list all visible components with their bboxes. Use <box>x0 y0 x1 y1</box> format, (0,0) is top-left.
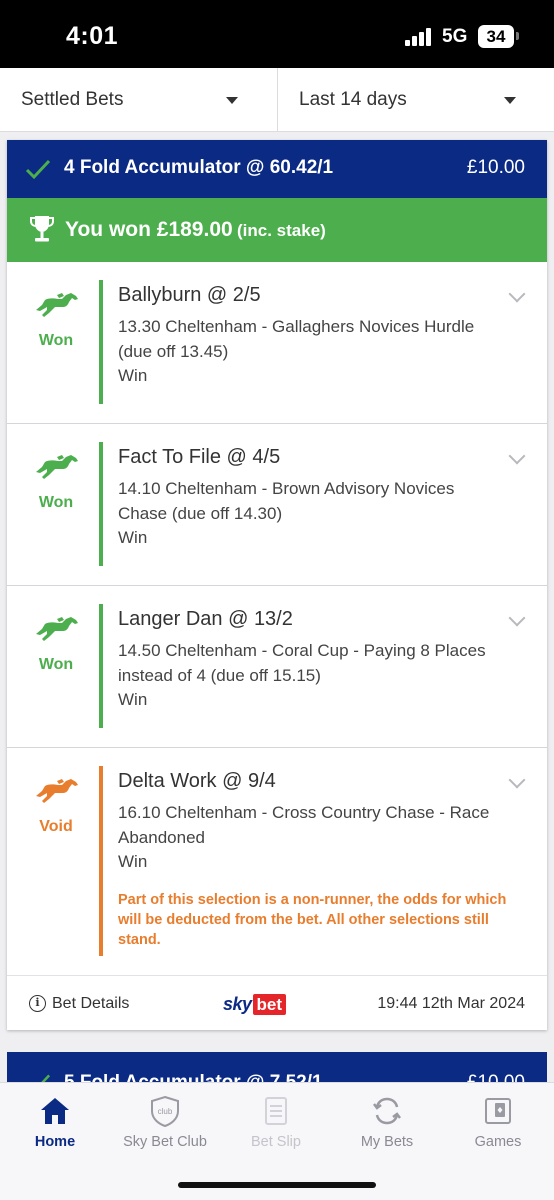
status-time: 4:01 <box>66 22 119 50</box>
bet-card: 4 Fold Accumulator @ 60.42/1 £10.00 You … <box>7 140 547 1030</box>
result-accent-bar <box>99 280 103 404</box>
bet-type-label: Settled Bets <box>21 89 124 110</box>
race-line: 16.10 Cheltenham - Cross Country Chase -… <box>118 803 490 822</box>
bet-title: 4 Fold Accumulator @ 60.42/1 <box>64 157 334 178</box>
chevron-down-icon <box>504 97 516 104</box>
chevron-down-icon[interactable] <box>508 609 526 627</box>
bet-details-link[interactable]: Bet Details <box>52 995 129 1013</box>
nav-label: Games <box>474 1134 522 1150</box>
result-accent-bar <box>99 442 103 566</box>
race-line: 14.50 Cheltenham - Coral Cup - Paying 8 … <box>118 641 486 660</box>
nav-label: Home <box>34 1134 76 1150</box>
info-icon[interactable]: i <box>29 995 46 1012</box>
selection-row[interactable]: Won Langer Dan @ 13/2 14.50 Cheltenham -… <box>7 586 547 748</box>
race-line: 13.30 Cheltenham - Gallaghers Novices Hu… <box>118 317 475 336</box>
nav-bet-slip[interactable]: Bet Slip <box>221 1083 331 1163</box>
selection-name: Ballyburn @ 2/5 <box>118 284 261 306</box>
race-line: Abandoned <box>118 828 205 847</box>
result-label: Won <box>38 332 74 349</box>
race-line: instead of 4 (due off 15.15) <box>118 666 321 685</box>
selection-name: Fact To File @ 4/5 <box>118 446 281 468</box>
won-inc-stake: (inc. stake) <box>237 221 326 240</box>
filter-bar: Settled Bets Last 14 days <box>0 68 554 132</box>
bet-stake: £10.00 <box>466 157 525 178</box>
svg-text:club: club <box>158 1107 173 1116</box>
race-line: (due off 13.45) <box>118 342 229 361</box>
selection-race: 16.10 Cheltenham - Cross Country Chase -… <box>118 800 518 850</box>
signal-icon <box>405 28 435 46</box>
selection-row[interactable]: Won Fact To File @ 4/5 14.10 Cheltenham … <box>7 424 547 586</box>
logo-bet-text: bet <box>252 993 287 1015</box>
period-dropdown[interactable]: Last 14 days <box>299 68 539 132</box>
horse-icon <box>36 293 78 317</box>
selection-row[interactable]: Void Delta Work @ 9/4 16.10 Cheltenham -… <box>7 748 547 975</box>
nav-my-bets[interactable]: My Bets <box>332 1083 442 1163</box>
sky-bet-logo: sky bet <box>223 993 287 1015</box>
nav-games[interactable]: Games <box>443 1083 553 1163</box>
period-label: Last 14 days <box>299 89 407 110</box>
result-label: Void <box>39 818 73 835</box>
selection-name: Delta Work @ 9/4 <box>118 770 276 792</box>
won-banner: You won £189.00 (inc. stake) <box>7 198 547 262</box>
race-line: Chase (due off 14.30) <box>118 504 283 523</box>
home-icon <box>41 1098 69 1124</box>
betslip-icon <box>265 1097 287 1125</box>
logo-sky-text: sky <box>223 993 252 1014</box>
games-icon <box>485 1098 511 1124</box>
home-indicator <box>178 1182 376 1188</box>
filter-divider <box>277 68 278 132</box>
horse-icon <box>36 617 78 641</box>
nav-label: My Bets <box>360 1134 414 1150</box>
chevron-down-icon[interactable] <box>508 447 526 465</box>
bet-card-header[interactable]: 4 Fold Accumulator @ 60.42/1 £10.00 <box>7 140 547 198</box>
selection-race: 14.10 Cheltenham - Brown Advisory Novice… <box>118 476 518 526</box>
selection-race: 13.30 Cheltenham - Gallaghers Novices Hu… <box>118 314 518 364</box>
selection-row[interactable]: Won Ballyburn @ 2/5 13.30 Cheltenham - G… <box>7 262 547 424</box>
result-label: Won <box>38 494 74 511</box>
chevron-down-icon[interactable] <box>508 771 526 789</box>
chevron-down-icon[interactable] <box>508 285 526 303</box>
trophy-icon <box>30 216 54 242</box>
club-icon: club <box>151 1095 179 1127</box>
network-type: 5G <box>442 26 468 47</box>
selection-market: Win <box>118 852 148 871</box>
nav-home[interactable]: Home <box>0 1083 110 1163</box>
selection-race: 14.50 Cheltenham - Coral Cup - Paying 8 … <box>118 638 518 688</box>
horse-icon <box>36 779 78 803</box>
selection-market: Win <box>118 690 148 709</box>
result-accent-bar <box>99 604 103 728</box>
selection-market: Win <box>118 528 148 547</box>
settled-timestamp: 19:44 12th Mar 2024 <box>377 995 525 1012</box>
status-bar: 4:01 5G 34 <box>0 0 554 68</box>
mybets-icon <box>373 1097 401 1125</box>
race-line: 14.10 Cheltenham - Brown Advisory Novice… <box>118 479 455 498</box>
result-label: Won <box>38 656 74 673</box>
check-icon <box>25 159 51 180</box>
won-amount: You won £189.00 <box>65 218 233 241</box>
selection-name: Langer Dan @ 13/2 <box>118 608 293 630</box>
selection-market: Win <box>118 366 148 385</box>
non-runner-warning: Part of this selection is a non-runner, … <box>118 892 507 948</box>
battery-icon: 34 <box>478 25 519 48</box>
nav-sky-bet-club[interactable]: club Sky Bet Club <box>110 1083 220 1163</box>
horse-icon <box>36 455 78 479</box>
nav-label: Sky Bet Club <box>123 1134 207 1150</box>
nav-label: Bet Slip <box>251 1134 301 1150</box>
bet-card-footer: i Bet Details sky bet 19:44 12th Mar 202… <box>7 975 547 1030</box>
bet-type-dropdown[interactable]: Settled Bets <box>21 68 261 132</box>
result-accent-bar <box>99 766 103 956</box>
chevron-down-icon <box>226 97 238 104</box>
